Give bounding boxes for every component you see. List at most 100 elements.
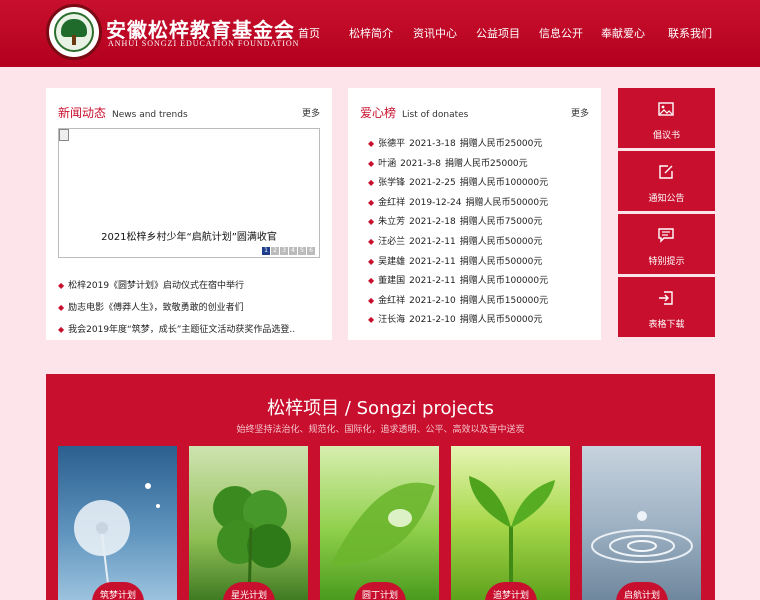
donor-name: 董建国 (378, 276, 406, 287)
list-item[interactable]: ◆ 松梓2019《圆梦计划》启动仪式在宿中举行 (58, 275, 324, 297)
form-download-button[interactable]: 表格下载 (618, 277, 715, 337)
project-card-chase[interactable]: 追梦计划 (451, 446, 570, 600)
list-item[interactable]: ◆ 汪必兰 2021-2-11 捐赠人民币50000元 (368, 232, 588, 252)
clover-image-icon (213, 486, 291, 600)
slider-pagination: 1 2 3 4 5 6 (262, 247, 315, 255)
special-tip-label: 特别提示 (648, 257, 685, 267)
notice-edit-icon (659, 165, 673, 179)
list-item[interactable]: ◆ 朱立芳 2021-2-18 捐赠人民币75000元 (368, 212, 588, 232)
nav-home[interactable]: 首页 (280, 0, 338, 67)
bullet-icon: ◆ (58, 325, 65, 334)
list-item[interactable]: ◆ 吴建雄 2021-2-11 捐赠人民币50000元 (368, 252, 588, 272)
donor-name: 吴建雄 (378, 256, 406, 267)
special-tip-button[interactable]: 特别提示 (618, 214, 715, 274)
donate-date: 2021-2-11 (409, 256, 456, 267)
bullet-icon: ◆ (368, 315, 375, 325)
donor-name: 朱立芳 (378, 217, 406, 228)
projects-title: 松梓项目 / Songzi projects (267, 398, 494, 419)
donate-amount: 捐赠人民币50000元 (459, 315, 543, 326)
projects-subtitle: 始终坚持法治化、规范化、国际化，追求透明、公平、高效以及雪中送炭 (236, 425, 525, 435)
slider-page-5[interactable]: 5 (298, 247, 306, 255)
list-item[interactable]: ◆ 叶涵 2021-3-8 捐赠人民币25000元 (368, 154, 588, 174)
donate-date: 2021-3-18 (409, 139, 456, 149)
project-card-sail[interactable]: 启航计划 (582, 446, 701, 600)
bullet-icon: ◆ (58, 281, 65, 290)
donate-date: 2021-2-11 (409, 236, 456, 247)
nav-news-center[interactable]: 资讯中心 (404, 0, 466, 67)
bullet-icon: ◆ (368, 197, 375, 207)
image-icon (658, 102, 674, 116)
list-item[interactable]: ◆ 励志电影《傅莽人生》，致敬勇敢的创业者们 (58, 297, 324, 319)
bullet-icon: ◆ (368, 236, 375, 246)
slider-page-2[interactable]: 2 (271, 247, 279, 255)
donate-panel-title: 爱心榜 List of donates (360, 104, 468, 121)
chat-bubble-icon (658, 228, 674, 243)
bullet-icon: ◆ (368, 295, 375, 305)
list-item[interactable]: ◆ 金红祥 2021-2-10 捐赠人民币150000元 (368, 291, 588, 311)
bullet-icon: ◆ (368, 217, 375, 227)
bullet-icon: ◆ (368, 178, 375, 188)
donate-date: 2021-2-18 (409, 217, 456, 228)
site-header: 安徽松梓教育基金会 ANHUI SONGZI EDUCATION FOUNDAT… (0, 0, 760, 67)
notice-button[interactable]: 通知公告 (618, 151, 715, 211)
news-title-cn: 新闻动态 (58, 106, 107, 120)
donor-name: 叶涵 (378, 158, 397, 169)
news-slider[interactable]: 2021松梓乡村少年“启航计划”圆满收官 1 2 3 4 5 6 (58, 128, 320, 258)
donor-name: 张学锋 (378, 178, 406, 189)
slider-page-1[interactable]: 1 (262, 247, 270, 255)
donate-date: 2021-2-25 (409, 178, 456, 189)
nav-contact[interactable]: 联系我们 (654, 0, 726, 67)
download-arrow-icon (659, 291, 673, 305)
news-more-link[interactable]: 更多 (302, 106, 320, 119)
donate-amount: 捐赠人民币100000元 (459, 178, 549, 189)
initiative-label: 倡议书 (652, 131, 680, 141)
donate-amount: 捐赠人民币25000元 (445, 158, 528, 169)
nav-info-disclosure[interactable]: 信息公开 (530, 0, 592, 67)
list-item[interactable]: ◆ 董建国 2021-2-11 捐赠人民币100000元 (368, 271, 588, 291)
project-card-star[interactable]: 星光计划 (189, 446, 308, 600)
list-item[interactable]: ◆ 汪长海 2021-2-10 捐赠人民币50000元 (368, 310, 588, 326)
donate-amount: 捐赠人民币25000元 (459, 139, 543, 149)
bullet-icon: ◆ (368, 139, 375, 148)
main-nav: 首页 松梓简介 资讯中心 公益项目 信息公开 奉献爱心 联系我们 (280, 0, 726, 67)
slider-page-3[interactable]: 3 (280, 247, 288, 255)
form-download-label: 表格下载 (648, 320, 685, 330)
list-item[interactable]: ◆ 我会2019年度“筑梦，成长”主题征文活动获奖作品选登.. (58, 319, 324, 341)
donate-date: 2019-12-24 (409, 197, 462, 208)
nav-donate[interactable]: 奉献爱心 (592, 0, 654, 67)
donor-name: 金红祥 (378, 295, 406, 306)
news-title-en: News and trends (112, 110, 188, 120)
water-ripple-image-icon (591, 511, 693, 563)
list-item[interactable]: ◆ 张学锋 2021-2-25 捐赠人民币100000元 (368, 173, 588, 193)
donor-name: 汪必兰 (378, 236, 406, 247)
donate-list: ◆ 张德平 2021-3-18 捐赠人民币25000元 ◆ 叶涵 2021-3-8 捐赠人民… (368, 134, 588, 326)
sprout-image-icon (469, 476, 555, 596)
nav-projects[interactable]: 公益项目 (466, 0, 530, 67)
logo-trunk (72, 35, 76, 45)
broken-image-icon (59, 129, 69, 141)
news-item-text[interactable]: 我会2019年度“筑梦，成长”主题征文活动获奖作品选登.. (68, 325, 295, 335)
slider-caption[interactable]: 2021松梓乡村少年“启航计划”圆满收官 (59, 228, 319, 243)
project-card-gardener[interactable]: 圆丁计划 (320, 446, 439, 600)
projects-section: 松梓项目 / Songzi projects 始终坚持法治化、规范化、国际化，追… (46, 374, 715, 600)
news-panel-title: 新闻动态 News and trends (58, 104, 188, 121)
slider-page-4[interactable]: 4 (289, 247, 297, 255)
donate-amount: 捐赠人民币150000元 (459, 295, 549, 306)
news-item-text[interactable]: 松梓2019《圆梦计划》启动仪式在宿中举行 (68, 281, 244, 291)
donate-date: 2021-2-11 (409, 276, 456, 287)
list-item[interactable]: ◆ 金红祥 2019-12-24 捐赠人民币50000元 (368, 193, 588, 213)
list-item[interactable]: ◆ 张德平 2021-3-18 捐赠人民币25000元 (368, 134, 588, 154)
initiative-button[interactable]: 倡议书 (618, 88, 715, 148)
news-list: ◆ 松梓2019《圆梦计划》启动仪式在宿中举行 ◆ 励志电影《傅莽人生》，致敬勇敢的… (58, 275, 324, 341)
donor-name: 金红祥 (378, 197, 406, 208)
donate-amount: 捐赠人民币50000元 (459, 236, 543, 247)
slider-page-6[interactable]: 6 (307, 247, 315, 255)
donate-amount: 捐赠人民币100000元 (459, 276, 549, 287)
nav-about[interactable]: 松梓简介 (338, 0, 404, 67)
dandelion-image-icon (74, 483, 160, 600)
news-item-text[interactable]: 励志电影《傅莽人生》，致敬勇敢的创业者们 (68, 303, 244, 313)
donor-name: 张德平 (378, 139, 406, 149)
donate-more-link[interactable]: 更多 (571, 106, 589, 119)
foundation-logo-icon[interactable] (46, 4, 102, 60)
project-card-dream[interactable]: 筑梦计划 (58, 446, 177, 600)
